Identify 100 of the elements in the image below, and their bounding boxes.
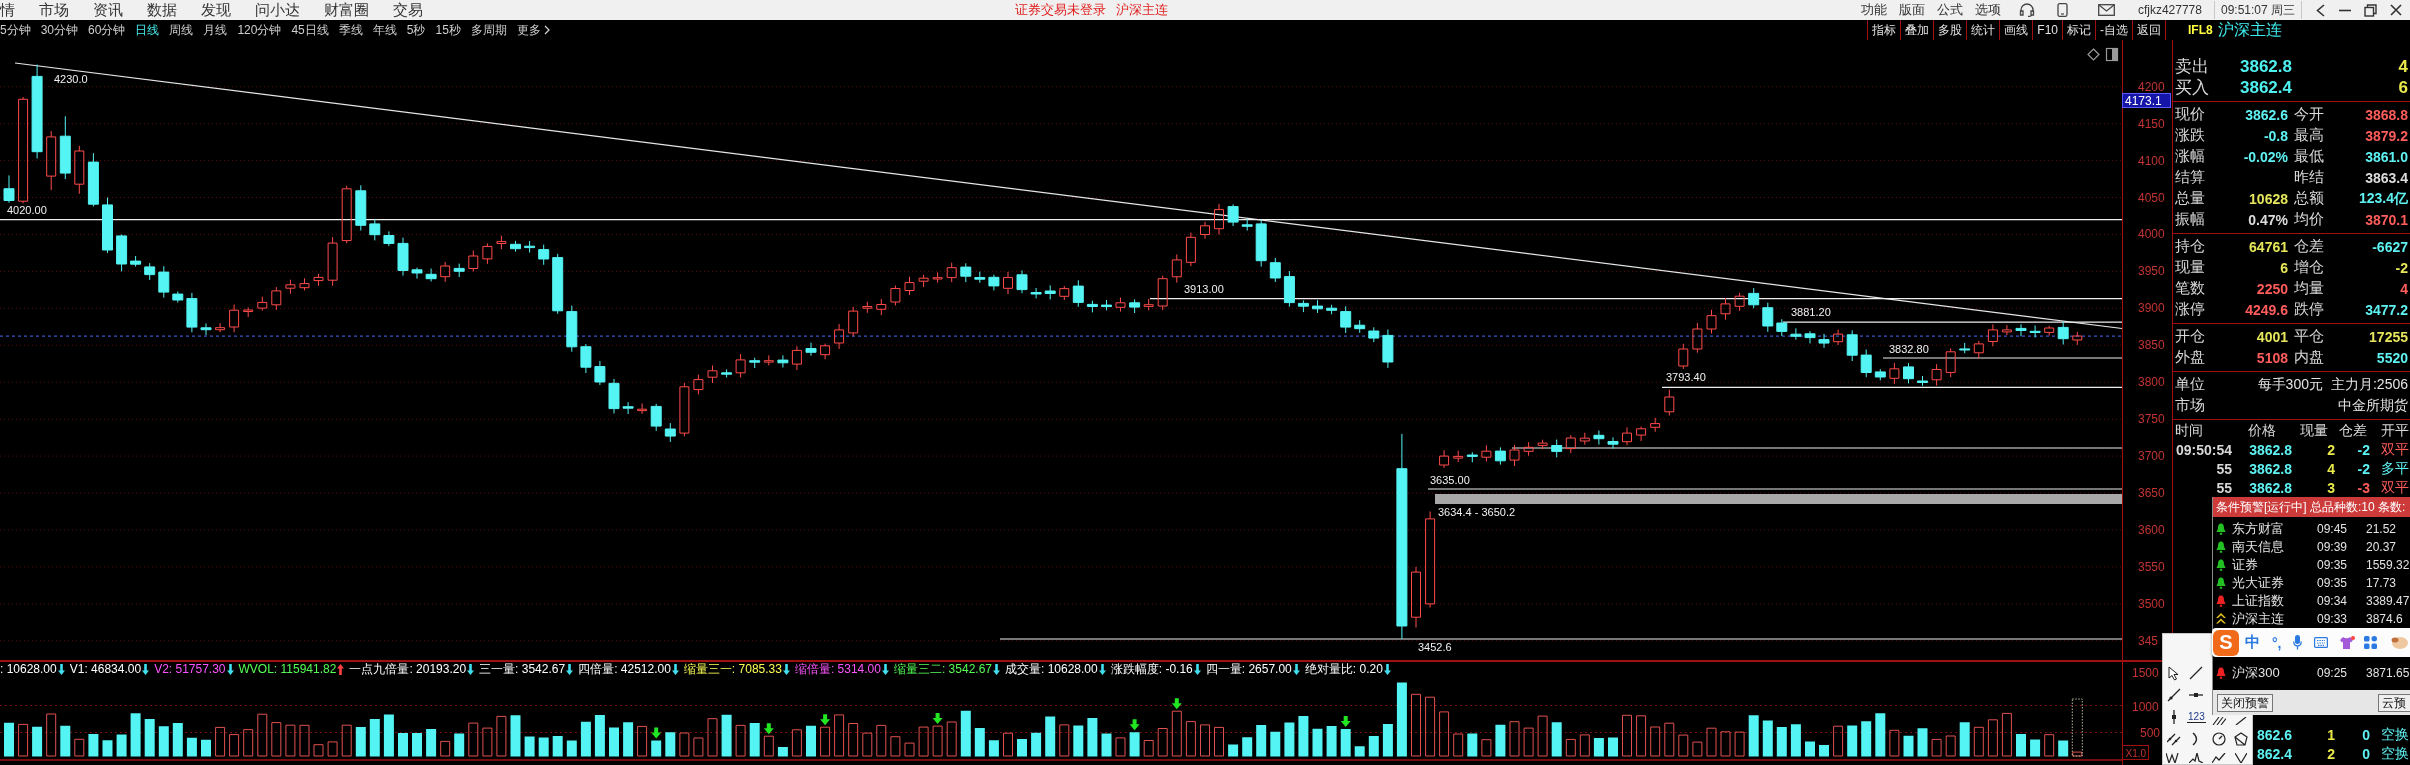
spike-tool-icon[interactable] bbox=[2189, 753, 2204, 763]
stat-label: 最高 bbox=[2294, 126, 2324, 145]
stat-label: 均量 bbox=[2294, 279, 2324, 298]
alert-value: 1559.32 bbox=[2366, 558, 2410, 572]
tick-price: 862.6 bbox=[2256, 726, 2292, 743]
vertical-segment-icon[interactable] bbox=[2171, 710, 2178, 724]
menu-item[interactable]: 情 bbox=[0, 0, 15, 20]
polygon-tool-icon[interactable] bbox=[2233, 732, 2248, 746]
shirt-icon[interactable] bbox=[2338, 635, 2355, 650]
alert-value: 3874.6 bbox=[2366, 612, 2403, 626]
alert-button[interactable]: 关闭预警 bbox=[2217, 693, 2273, 712]
stat-label: 外盘 bbox=[2175, 348, 2205, 367]
clock: 09:51:07 周三 bbox=[2213, 1, 2302, 19]
period-tab[interactable]: 5秒 bbox=[406, 20, 426, 40]
tick-change: 0 bbox=[2362, 726, 2370, 743]
toolbar-button[interactable]: 统计 bbox=[1966, 20, 2000, 40]
period-tab[interactable]: 15秒 bbox=[435, 20, 461, 40]
price-axis-label: 3700 bbox=[2138, 449, 2165, 464]
login-notice: 沪深主连 bbox=[1116, 1, 1168, 19]
toolbar-button[interactable]: 返回 bbox=[2132, 20, 2166, 40]
v-tool-icon[interactable] bbox=[2234, 753, 2247, 763]
tick-type: 双平 bbox=[2381, 440, 2409, 459]
ray-tool-icon[interactable] bbox=[2167, 688, 2182, 702]
parallel-lines-icon[interactable] bbox=[2211, 717, 2226, 725]
indicator-value: V1: 46834.00 bbox=[69, 662, 142, 676]
tick-volume: 2 bbox=[2327, 441, 2335, 458]
price-axis-label: 4050 bbox=[2138, 190, 2165, 205]
price-axis-label: 3500 bbox=[2138, 596, 2165, 611]
apps-grid-icon[interactable] bbox=[2363, 636, 2377, 649]
punctuation-toggle[interactable]: °, bbox=[2272, 634, 2282, 651]
stat-value: 3862.6 bbox=[2245, 106, 2288, 123]
headset-icon[interactable] bbox=[2018, 3, 2035, 17]
down-arrow-icon bbox=[1129, 719, 1140, 731]
period-tab[interactable]: 30分钟 bbox=[40, 20, 79, 40]
menu-item[interactable]: 发现 bbox=[201, 0, 231, 20]
period-tab[interactable]: 120分钟 bbox=[237, 20, 282, 40]
toolbar-button[interactable]: 叠加 bbox=[1900, 20, 1934, 40]
period-tab[interactable]: 45日线 bbox=[291, 20, 329, 40]
menu-item[interactable]: 问小达 bbox=[255, 0, 300, 20]
tick-type: 空换 bbox=[2381, 744, 2409, 763]
panel-toggle-icon[interactable] bbox=[2105, 47, 2119, 62]
toolbar-button[interactable]: 多股 bbox=[1933, 20, 1967, 40]
menu-item[interactable]: 数据 bbox=[147, 0, 177, 20]
menu-item[interactable]: 交易 bbox=[393, 0, 423, 20]
horizontal-segment-icon[interactable] bbox=[2189, 692, 2204, 698]
price-axis-label: 4000 bbox=[2138, 227, 2165, 242]
period-tab[interactable]: 60分钟 bbox=[88, 20, 126, 40]
menu-item[interactable]: 市场 bbox=[39, 0, 69, 20]
indicator-value: 一点九倍量: 20193.20 bbox=[349, 662, 467, 676]
circle-tool-icon[interactable] bbox=[2211, 732, 2226, 746]
mail-icon[interactable] bbox=[2097, 4, 2115, 16]
alert-button[interactable]: 云预 bbox=[2378, 693, 2410, 712]
volume-axis-label: 1000 bbox=[2132, 700, 2159, 714]
period-tab[interactable]: 季线 bbox=[338, 20, 363, 40]
menu-link[interactable]: 选项 bbox=[1974, 1, 2001, 19]
period-tab[interactable]: 月线 bbox=[203, 20, 228, 40]
stat-value: 3477.2 bbox=[2365, 301, 2408, 318]
cursor-icon[interactable] bbox=[2168, 665, 2181, 681]
channel-tool-icon[interactable] bbox=[2167, 732, 2182, 746]
menu-link[interactable]: 版面 bbox=[1898, 1, 1925, 19]
microphone-icon[interactable] bbox=[2292, 635, 2302, 650]
period-tab[interactable]: 年线 bbox=[372, 20, 397, 40]
menu-link[interactable]: 公式 bbox=[1936, 1, 1963, 19]
toolbar-button[interactable]: -自选 bbox=[2095, 20, 2132, 40]
account-name[interactable]: cfjkz427778 bbox=[2137, 3, 2202, 17]
toolbar-button[interactable]: 标记 bbox=[2062, 20, 2095, 40]
toolbar-button[interactable]: 指标 bbox=[1867, 20, 1901, 40]
diamond-icon[interactable] bbox=[2087, 48, 2100, 61]
close-icon[interactable] bbox=[2390, 4, 2402, 16]
scale-label[interactable]: X1.0 bbox=[2122, 745, 2149, 760]
line-tool-icon[interactable] bbox=[2189, 666, 2204, 680]
stat-label: 内盘 bbox=[2294, 348, 2324, 367]
price-level-label: 3913.00 bbox=[1184, 283, 1224, 295]
period-tab[interactable]: 5分钟 bbox=[0, 20, 31, 40]
menu-item[interactable]: 财富圈 bbox=[324, 0, 369, 20]
sticker-icon[interactable] bbox=[2390, 635, 2408, 650]
column-header: 仓差 bbox=[2338, 421, 2367, 440]
keyboard-icon[interactable] bbox=[2313, 637, 2328, 648]
stat-value: -0.02% bbox=[2243, 148, 2288, 165]
input-mode-toggle[interactable]: 中 bbox=[2245, 633, 2260, 652]
price-axis-label: 3900 bbox=[2138, 301, 2165, 316]
stat-label: 平仓 bbox=[2294, 327, 2324, 346]
stat-label: 均价 bbox=[2294, 210, 2324, 229]
wave-count-tool[interactable]: 123 bbox=[2187, 711, 2206, 723]
toolbar-button[interactable]: 画线 bbox=[1999, 20, 2033, 40]
period-tab[interactable]: 周线 bbox=[169, 20, 194, 40]
toolbar-button[interactable]: F10 bbox=[2032, 20, 2062, 40]
restore-icon[interactable] bbox=[2364, 3, 2377, 17]
period-tab[interactable]: 多周期 bbox=[470, 20, 507, 40]
back-icon[interactable] bbox=[2315, 3, 2326, 17]
more-button[interactable]: 更多 bbox=[516, 20, 550, 40]
period-tab[interactable]: 日线 bbox=[135, 20, 160, 40]
menu-item[interactable]: 资讯 bbox=[93, 0, 123, 20]
price-level-label: 3635.00 bbox=[1430, 474, 1470, 486]
diagonal-line-icon[interactable] bbox=[2234, 717, 2247, 725]
wave-tool-icon[interactable] bbox=[2211, 753, 2226, 763]
menu-link[interactable]: 功能 bbox=[1860, 1, 1887, 19]
alert-value: 21.52 bbox=[2366, 522, 2397, 536]
phone-icon[interactable] bbox=[2056, 3, 2068, 17]
stat-label: 现量 bbox=[2175, 258, 2205, 277]
